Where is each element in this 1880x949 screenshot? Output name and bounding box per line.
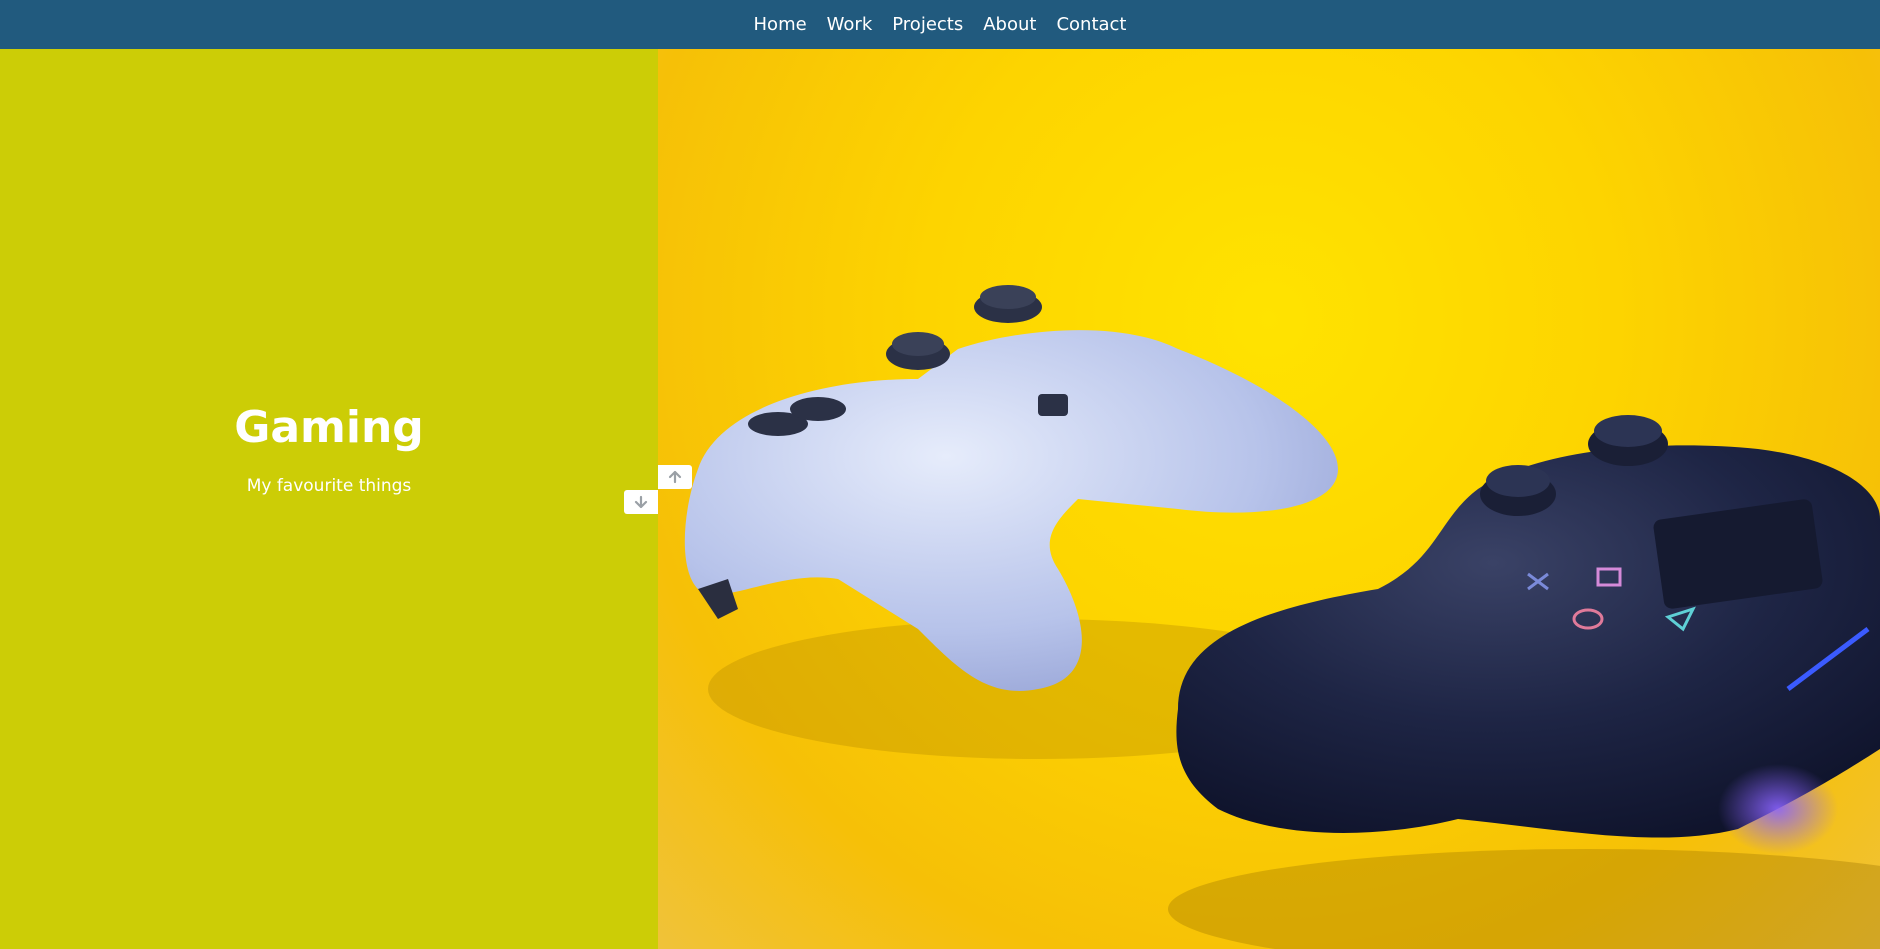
nav-work-link[interactable]: Work — [827, 12, 873, 37]
hero-subtitle: My favourite things — [246, 476, 412, 496]
nav-about-link[interactable]: About — [983, 12, 1036, 37]
scroll-up-button[interactable] — [658, 465, 692, 489]
nav-projects-link[interactable]: Projects — [892, 12, 963, 37]
arrow-down-icon — [634, 495, 648, 509]
main-section: Gaming My favourite things — [0, 49, 1880, 949]
scroll-down-button[interactable] — [624, 490, 658, 514]
gaming-controllers-photo — [658, 49, 1880, 949]
controllers-illustration — [684, 285, 1880, 949]
hero-text-panel: Gaming My favourite things — [0, 49, 658, 949]
nav-contact-link[interactable]: Contact — [1056, 12, 1126, 37]
hero-title: Gaming — [234, 402, 424, 453]
nav-home-link[interactable]: Home — [754, 12, 807, 37]
arrow-up-icon — [668, 470, 682, 484]
top-navigation: Home Work Projects About Contact — [0, 0, 1880, 49]
